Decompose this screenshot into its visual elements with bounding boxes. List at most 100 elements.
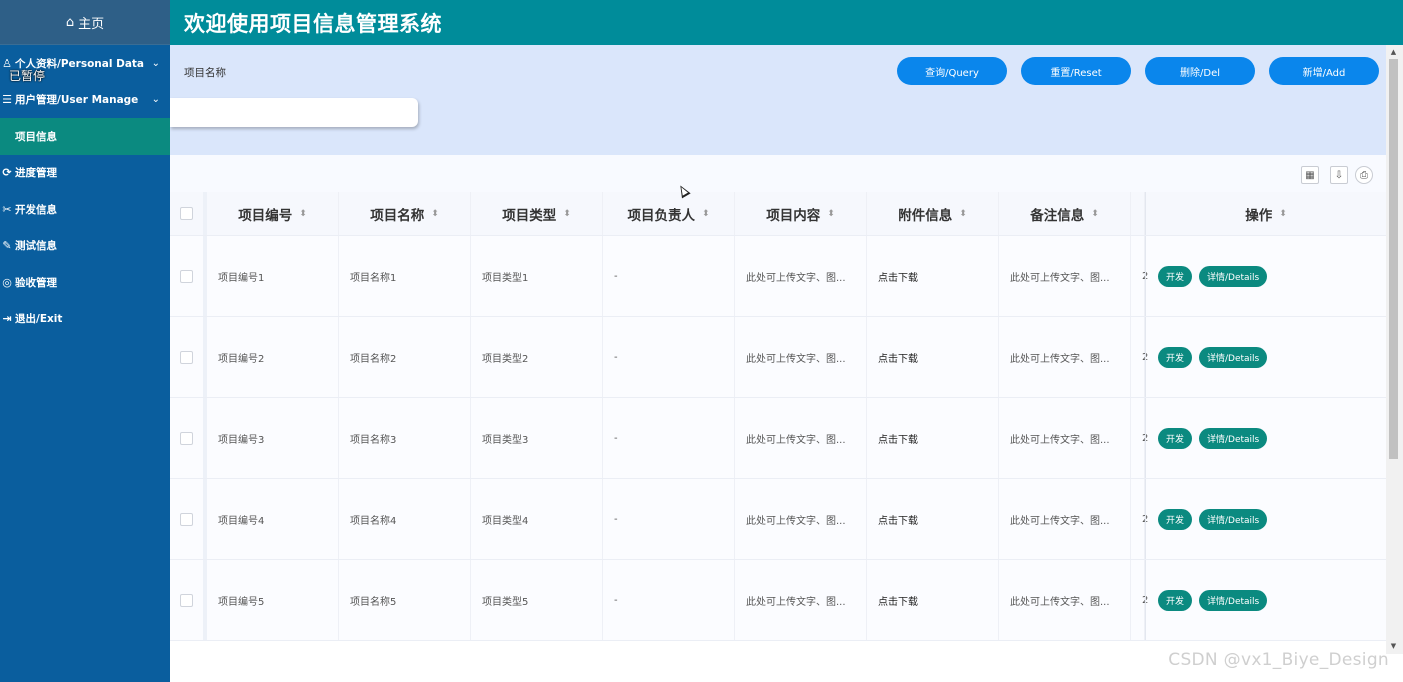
cell-truncated: 2 (1131, 236, 1148, 316)
top-header: 欢迎使用项目信息管理系统 (170, 0, 1403, 45)
export-icon[interactable]: ⇩ (1330, 166, 1348, 184)
details-button[interactable]: 详情/Details (1199, 346, 1268, 368)
watermark: CSDN @vx1_Biye_Design (1168, 650, 1389, 670)
add-button[interactable]: 新增/Add (1269, 57, 1379, 85)
column-header[interactable]: 操作 ⬍ (1145, 192, 1386, 235)
cell-truncated: 2 (1131, 560, 1148, 640)
sidebar-item-user-manage[interactable]: ☰ 用户管理/User Manage ⌄ (0, 82, 170, 119)
develop-button[interactable]: 开发 (1158, 508, 1193, 530)
table-toolbar: ▦ ⇩ ⎙ (170, 155, 1386, 192)
cell-project-content: 此处可上传文字、图... (735, 317, 867, 397)
cell-project-owner: - (603, 560, 735, 640)
develop-button[interactable]: 开发 (1158, 346, 1193, 368)
cell-actions: 开发 详情/Details (1145, 236, 1386, 316)
row-select-cell (170, 236, 207, 316)
users-icon: ☰ (2, 93, 12, 107)
sidebar-item-project-info[interactable]: 项目信息 (0, 118, 170, 155)
download-link[interactable]: 点击下载 (867, 560, 999, 640)
home-link[interactable]: ⌂ 主页 (0, 0, 170, 45)
cell-project-content: 此处可上传文字、图... (735, 398, 867, 478)
cell-project-content: 此处可上传文字、图... (735, 560, 867, 640)
reset-button[interactable]: 重置/Reset (1021, 57, 1131, 85)
sidebar-item-acceptance[interactable]: ◎ 验收管理 (0, 264, 170, 301)
cell-project-owner: - (603, 236, 735, 316)
cell-truncated: 2 (1131, 398, 1148, 478)
column-header[interactable]: 附件信息 ⬍ (867, 192, 999, 235)
cell-project-no: 项目编号4 (207, 479, 339, 559)
cell-project-type: 项目类型5 (471, 560, 603, 640)
cell-project-content: 此处可上传文字、图... (735, 479, 867, 559)
select-all-cell (170, 192, 207, 235)
download-link[interactable]: 点击下载 (867, 398, 999, 478)
develop-button[interactable]: 开发 (1158, 589, 1193, 611)
cell-project-content: 此处可上传文字、图... (735, 236, 867, 316)
column-header[interactable]: 备注信息 ⬍ (999, 192, 1131, 235)
details-button[interactable]: 详情/Details (1199, 508, 1268, 530)
scrollbar-thumb[interactable] (1389, 59, 1398, 459)
check-icon: ◎ (2, 275, 12, 289)
cell-project-no: 项目编号2 (207, 317, 339, 397)
row-checkbox[interactable] (180, 269, 193, 283)
details-button[interactable]: 详情/Details (1199, 589, 1268, 611)
search-label: 项目名称 (184, 67, 226, 79)
cell-project-type: 项目类型3 (471, 398, 603, 478)
table-row: 项目编号1 项目名称1 项目类型1 - 此处可上传文字、图... 点击下载 此处… (170, 236, 1386, 317)
table-header: 项目编号 ⬍ 项目名称 ⬍ 项目类型 ⬍ 项目负责人 ⬍ 项目内容 ⬍ 附件信息 ⬍ 备注信… (170, 192, 1386, 236)
row-checkbox[interactable] (180, 350, 193, 364)
select-all-checkbox[interactable] (180, 207, 193, 220)
cell-actions: 开发 详情/Details (1145, 560, 1386, 640)
column-header[interactable]: 项目负责人 ⬍ (603, 192, 735, 235)
cell-project-type: 项目类型1 (471, 236, 603, 316)
cell-project-type: 项目类型4 (471, 479, 603, 559)
home-icon: ⌂ (65, 14, 75, 30)
cell-actions: 开发 详情/Details (1145, 479, 1386, 559)
cell-project-name: 项目名称2 (339, 317, 471, 397)
page-title: 欢迎使用项目信息管理系统 (184, 11, 442, 36)
details-button[interactable]: 详情/Details (1199, 265, 1268, 287)
sort-icon: ⬍ (959, 208, 967, 219)
download-link[interactable]: 点击下载 (867, 479, 999, 559)
sidebar-item-progress[interactable]: ⟳ 进度管理 (0, 155, 170, 192)
column-header[interactable]: 项目内容 ⬍ (735, 192, 867, 235)
cell-project-owner: - (603, 479, 735, 559)
sidebar-item-develop[interactable]: ✂ 开发信息 (0, 191, 170, 228)
sidebar-item-test[interactable]: ✎ 测试信息 (0, 228, 170, 265)
column-header-truncated (1131, 192, 1145, 235)
row-checkbox[interactable] (180, 593, 193, 607)
cell-project-no: 项目编号3 (207, 398, 339, 478)
download-link[interactable]: 点击下载 (867, 236, 999, 316)
details-button[interactable]: 详情/Details (1199, 427, 1268, 449)
download-link[interactable]: 点击下载 (867, 317, 999, 397)
columns-icon[interactable]: ▦ (1301, 166, 1319, 184)
search-panel: 项目名称 查询/Query 重置/Reset 删除/Del 新增/Add (170, 45, 1386, 155)
cell-truncated: 2 (1131, 479, 1148, 559)
row-checkbox[interactable] (180, 512, 193, 526)
row-select-cell (170, 479, 207, 559)
column-header[interactable]: 项目编号 ⬍ (207, 192, 339, 235)
develop-button[interactable]: 开发 (1158, 265, 1193, 287)
exit-icon: ⇥ (2, 312, 12, 326)
develop-button[interactable]: 开发 (1158, 427, 1193, 449)
chevron-down-icon: ⌄ (151, 57, 160, 69)
sort-icon: ⬍ (701, 208, 710, 219)
project-name-input[interactable] (170, 98, 418, 127)
cell-project-owner: - (603, 398, 735, 478)
cell-project-no: 项目编号1 (207, 236, 339, 316)
vertical-scrollbar[interactable]: ▲ ▼ (1386, 45, 1403, 654)
progress-icon: ⟳ (2, 166, 12, 180)
column-header[interactable]: 项目名称 ⬍ (339, 192, 471, 235)
sidebar-item-label: 开发信息 (15, 203, 57, 216)
cell-remark: 此处可上传文字、图... (999, 479, 1131, 559)
delete-button[interactable]: 删除/Del (1145, 57, 1255, 85)
column-header[interactable]: 项目类型 ⬍ (471, 192, 603, 235)
row-select-cell (170, 398, 207, 478)
sort-icon: ⬍ (563, 208, 571, 219)
scroll-up-icon[interactable]: ▲ (1386, 46, 1401, 58)
table-row: 项目编号2 项目名称2 项目类型2 - 此处可上传文字、图... 点击下载 此处… (170, 317, 1386, 398)
sidebar-item-exit[interactable]: ⇥ 退出/Exit (0, 301, 170, 338)
cell-truncated: 2 (1131, 317, 1148, 397)
row-checkbox[interactable] (180, 431, 193, 445)
query-button[interactable]: 查询/Query (897, 57, 1007, 85)
print-icon[interactable]: ⎙ (1355, 166, 1373, 184)
sort-icon: ⬍ (1279, 208, 1287, 219)
